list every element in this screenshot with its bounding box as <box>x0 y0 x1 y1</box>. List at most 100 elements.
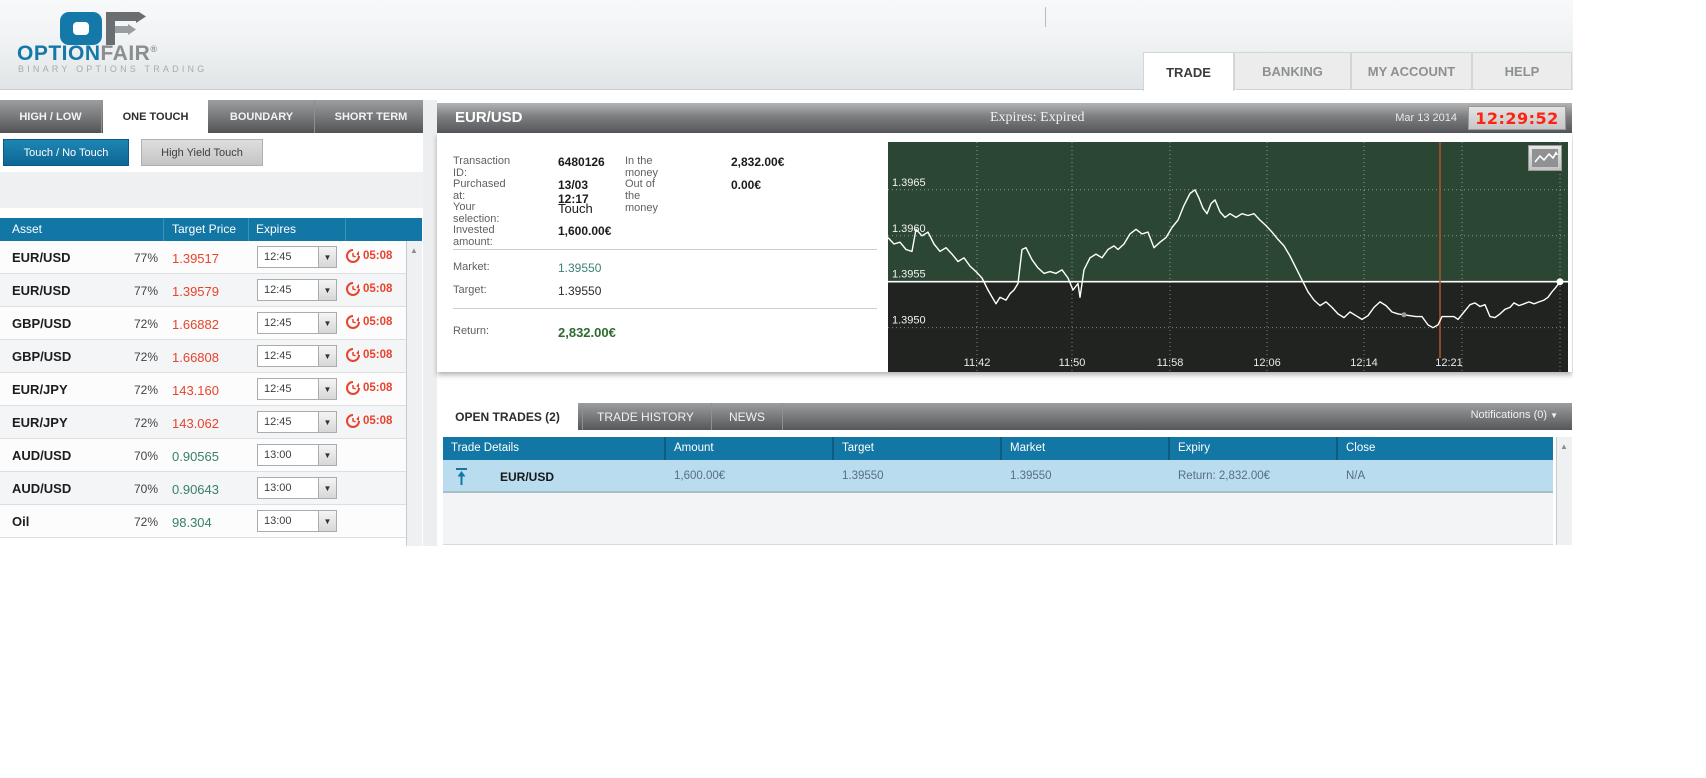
logo-tagline: BINARY OPTIONS TRADING <box>18 64 208 74</box>
chevron-down-icon[interactable]: ▼ <box>318 445 336 465</box>
payout-percent: 77% <box>133 251 158 265</box>
payout-percent: 77% <box>133 284 158 298</box>
touch-up-icon <box>456 468 467 485</box>
tab-high-low[interactable]: HIGH / LOW <box>0 100 102 133</box>
nav-tab-help[interactable]: HELP <box>1472 52 1572 90</box>
expiry-select[interactable]: 12:45 ▼ <box>257 279 337 301</box>
expiry-value: 13:00 <box>264 449 292 461</box>
chevron-down-icon[interactable]: ▼ <box>318 379 336 399</box>
col-trade-details: Trade Details <box>451 442 519 454</box>
scrollbar-up-icon[interactable]: ▲ <box>1560 442 1568 451</box>
target-price: 143.062 <box>172 416 219 431</box>
tab-short-term[interactable]: SHORT TERM <box>316 100 427 133</box>
chevron-down-icon[interactable]: ▼ <box>318 280 336 300</box>
asset-row[interactable]: AUD/USD 70% 0.90643 13:00 ▼ <box>0 472 406 505</box>
chevron-down-icon[interactable]: ▼ <box>318 478 336 498</box>
scrollbar-up-icon[interactable]: ▲ <box>410 246 418 255</box>
target-price: 1.39517 <box>172 251 219 266</box>
chevron-down-icon[interactable]: ▼ <box>318 313 336 333</box>
high-yield-touch-button[interactable]: High Yield Touch <box>141 139 263 166</box>
col-amount: Amount <box>674 442 714 454</box>
asset-row[interactable]: EUR/JPY 72% 143.160 12:45 ▼ 05:08 <box>0 373 406 406</box>
payout-percent: 70% <box>133 482 158 496</box>
trade-details-card: Transaction ID: 6480126 In the money 2,832… <box>437 133 1572 372</box>
asset-row[interactable]: GBP/USD 72% 1.66882 12:45 ▼ 05:08 <box>0 307 406 340</box>
chevron-down-icon[interactable]: ▼ <box>318 346 336 366</box>
svg-text:1.3965: 1.3965 <box>892 177 926 189</box>
chevron-down-icon[interactable]: ▼ <box>318 511 336 531</box>
expiry-value: 12:45 <box>264 284 292 296</box>
col-expiry: Expiry <box>1178 442 1210 454</box>
expiry-select[interactable]: 12:45 ▼ <box>257 411 337 433</box>
expiry-value: 12:45 <box>264 383 292 395</box>
clock-icon <box>346 348 360 362</box>
countdown: 05:08 <box>346 282 392 296</box>
expiry-value: 13:00 <box>264 482 292 494</box>
asset-row[interactable]: Oil 72% 98.304 13:00 ▼ <box>0 505 406 538</box>
asset-row[interactable]: EUR/USD 77% 1.39579 12:45 ▼ 05:08 <box>0 274 406 307</box>
expiry-select[interactable]: 12:45 ▼ <box>257 312 337 334</box>
trade-close: N/A <box>1346 470 1366 482</box>
open-trades-table: Trade Details Amount Target Market Expir… <box>443 437 1553 545</box>
countdown: 05:08 <box>346 414 392 428</box>
tab-boundary[interactable]: BOUNDARY <box>209 100 315 133</box>
target-price: 1.66808 <box>172 350 219 365</box>
instrument-title: EUR/USD <box>455 109 523 126</box>
top-header: OPTIONFAIR® BINARY OPTIONS TRADING TRADE… <box>0 0 1573 91</box>
asset-name: Oil <box>12 514 30 529</box>
chevron-down-icon[interactable]: ▼ <box>318 247 336 267</box>
col-expires: Expires <box>256 222 297 236</box>
target-price: 98.304 <box>172 515 212 530</box>
trade-amount: 1,600.00€ <box>674 470 726 482</box>
asset-name: GBP/USD <box>12 316 72 331</box>
nav-tab-trade[interactable]: TRADE <box>1143 52 1234 91</box>
tab-news[interactable]: NEWS <box>713 403 781 430</box>
countdown: 05:08 <box>346 348 392 362</box>
expiry-select[interactable]: 13:00 ▼ <box>257 477 337 499</box>
bottom-tabs-bar: OPEN TRADES (2) TRADE HISTORY NEWS Notif… <box>437 403 1572 430</box>
trades-scrollbar[interactable]: ▲ <box>1556 437 1572 545</box>
asset-row[interactable]: GBP/USD 72% 1.66808 12:45 ▼ 05:08 <box>0 340 406 373</box>
touch-no-touch-button[interactable]: Touch / No Touch <box>3 139 129 166</box>
expiry-select[interactable]: 13:00 ▼ <box>257 510 337 532</box>
asset-row[interactable]: EUR/USD 77% 1.39517 12:45 ▼ 05:08 <box>0 241 406 274</box>
payout-percent: 72% <box>133 317 158 331</box>
chevron-down-icon[interactable]: ▼ <box>318 412 336 432</box>
countdown-time: 05:08 <box>363 250 393 262</box>
tab-open-trades[interactable]: OPEN TRADES (2) <box>437 403 578 430</box>
chart-type-icon[interactable] <box>1528 145 1562 171</box>
tab-trade-history[interactable]: TRADE HISTORY <box>584 403 707 430</box>
asset-row[interactable]: EUR/JPY 72% 143.062 12:45 ▼ 05:08 <box>0 406 406 439</box>
col-close: Close <box>1346 442 1376 454</box>
panel-gap <box>423 100 437 546</box>
expiry-select[interactable]: 12:45 ▼ <box>257 378 337 400</box>
notifications-dropdown[interactable]: Notifications (0) ▼ <box>1471 409 1558 421</box>
expiry-value: 12:45 <box>264 317 292 329</box>
svg-text:11:42: 11:42 <box>964 357 991 369</box>
svg-text:1.3950: 1.3950 <box>892 315 926 327</box>
svg-text:11:50: 11:50 <box>1059 357 1086 369</box>
nav-tab-banking[interactable]: BANKING <box>1234 52 1351 90</box>
asset-table-rows: EUR/USD 77% 1.39517 12:45 ▼ 05:08 EUR/US… <box>0 241 406 538</box>
expiry-select[interactable]: 12:45 ▼ <box>257 345 337 367</box>
countdown-time: 05:08 <box>363 382 393 394</box>
nav-tab-my-account[interactable]: MY ACCOUNT <box>1351 52 1472 90</box>
countdown: 05:08 <box>346 315 392 329</box>
expiry-select[interactable]: 12:45 ▼ <box>257 246 337 268</box>
col-asset: Asset <box>12 222 43 236</box>
asset-row[interactable]: AUD/USD 70% 0.90565 13:00 ▼ <box>0 439 406 472</box>
optionfair-wordmark: OPTIONFAIR® <box>17 42 158 65</box>
asset-name: EUR/USD <box>12 283 71 298</box>
asset-list-scrollbar[interactable]: ▲ <box>406 241 422 546</box>
tab-one-touch[interactable]: ONE TOUCH <box>103 100 208 133</box>
expiry-select[interactable]: 13:00 ▼ <box>257 444 337 466</box>
asset-table-header: Asset Target Price Expires <box>0 218 422 241</box>
target-price: 0.90565 <box>172 449 219 464</box>
open-trade-row[interactable]: EUR/USD 1,600.00€ 1.39550 1.39550 Return… <box>443 460 1553 493</box>
asset-name: EUR/JPY <box>12 382 68 397</box>
asset-name: EUR/USD <box>12 250 71 265</box>
trade-expiry: Return: 2,832.00€ <box>1178 470 1271 482</box>
asset-name: GBP/USD <box>12 349 72 364</box>
trades-table-header: Trade Details Amount Target Market Expir… <box>443 437 1553 460</box>
price-chart: 11:42 11:50 11:58 12:06 12:14 12:21 1.3965 1.39… <box>887 142 1568 372</box>
